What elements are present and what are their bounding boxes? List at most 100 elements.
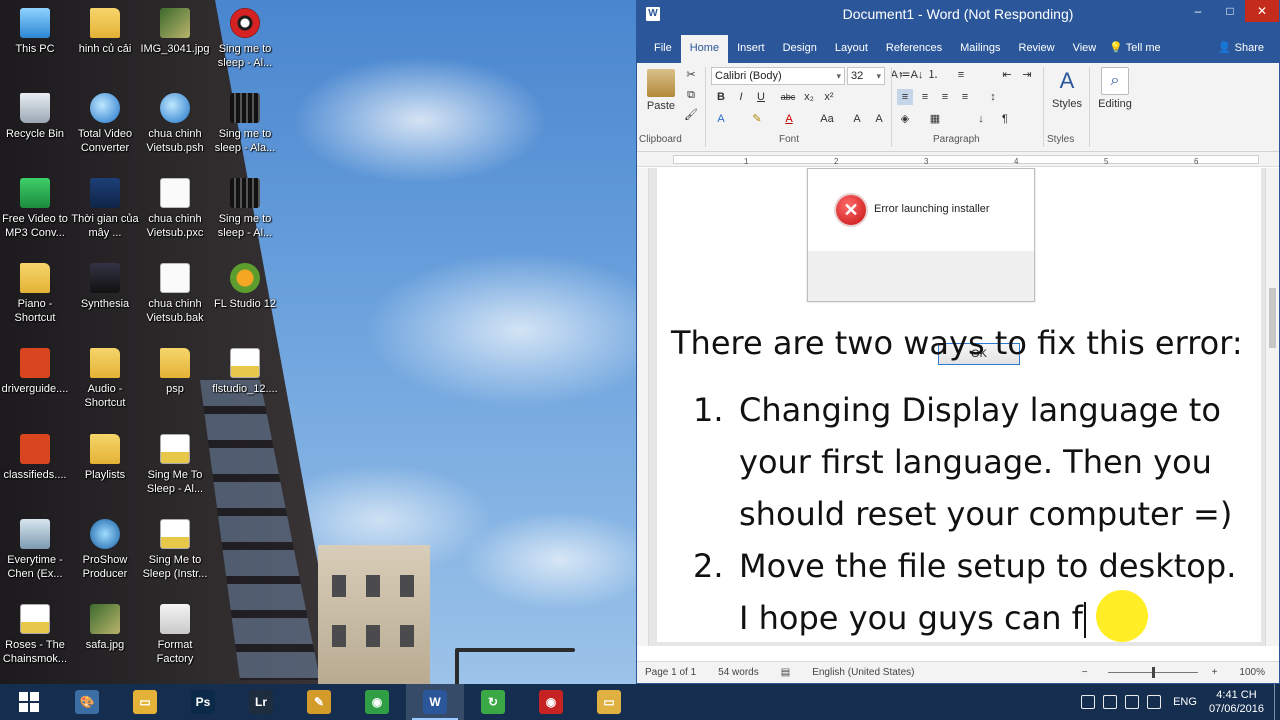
editing-button[interactable]: ⌕ Editing — [1093, 67, 1137, 110]
increase-indent-icon[interactable]: ⇥ — [1019, 67, 1035, 83]
tab-insert[interactable]: Insert — [728, 35, 774, 63]
network-icon[interactable] — [1103, 695, 1118, 709]
document-area[interactable]: ✕ Error launching installer OK There are… — [637, 168, 1279, 646]
page-count[interactable]: Page 1 of 1 — [645, 667, 696, 678]
bold-button[interactable]: B — [713, 89, 729, 105]
desktop-icon[interactable]: psp — [140, 344, 210, 422]
line-spacing-icon[interactable]: ↕ — [985, 89, 1001, 105]
change-case-icon[interactable]: Aa — [815, 111, 839, 127]
tab-layout[interactable]: Layout — [826, 35, 877, 63]
desktop-icon[interactable]: Sing me to sleep - Ala... — [210, 89, 280, 167]
desktop-icon[interactable]: Format Factory — [140, 600, 210, 678]
desktop-icon[interactable]: Sing Me To Sleep - Al... — [140, 430, 210, 508]
bullets-icon[interactable]: ≔ — [897, 67, 913, 83]
taskbar-paint-button[interactable]: 🎨 — [58, 684, 116, 720]
font-color-icon[interactable]: A — [781, 111, 797, 127]
document-page[interactable]: ✕ Error launching installer OK There are… — [657, 168, 1261, 642]
zoom-slider[interactable] — [1107, 667, 1198, 678]
desktop-icon[interactable]: Free Video to MP3 Conv... — [0, 174, 70, 252]
font-grow-shrink-icon[interactable]: A — [849, 111, 865, 127]
numbering-icon[interactable]: ⒈ — [925, 67, 941, 83]
show-marks-icon[interactable]: ¶ — [997, 111, 1013, 127]
taskbar-green-app-button[interactable]: ↻ — [464, 684, 522, 720]
copy-icon[interactable]: ⧉ — [683, 87, 699, 103]
desktop-icon[interactable]: Piano - Shortcut — [0, 259, 70, 337]
subscript-button[interactable]: x₂ — [801, 89, 817, 105]
taskbar-photoshop-button[interactable]: Ps — [174, 684, 232, 720]
desktop-icon[interactable]: Sing me to sleep - Al... — [210, 174, 280, 252]
superscript-button[interactable]: x² — [821, 89, 837, 105]
borders-icon[interactable]: ▦ — [927, 111, 943, 127]
zoom-in-button[interactable]: + — [1212, 667, 1218, 678]
styles-button[interactable]: A Styles — [1047, 67, 1087, 110]
desktop-icon[interactable]: Audio - Shortcut — [70, 344, 140, 422]
desktop-icon[interactable]: Playlists — [70, 430, 140, 508]
desktop-icon[interactable]: Thời gian của mây ... — [70, 174, 140, 252]
desktop-icon[interactable]: classifieds.... — [0, 430, 70, 508]
taskbar-tool-button[interactable]: ✎ — [290, 684, 348, 720]
text-effects-icon[interactable]: A — [713, 111, 729, 127]
justify-icon[interactable]: ≡ — [957, 89, 973, 105]
zoom-level[interactable]: 100% — [1239, 667, 1265, 678]
multilevel-list-icon[interactable]: ≡ — [953, 67, 969, 83]
clock[interactable]: 4:41 CH 07/06/2016 — [1209, 688, 1264, 716]
taskbar-lightroom-button[interactable]: Lr — [232, 684, 290, 720]
align-right-icon[interactable]: ≡ — [937, 89, 953, 105]
tab-home[interactable]: Home — [680, 35, 729, 63]
language-status[interactable]: English (United States) — [812, 667, 914, 678]
word-titlebar[interactable]: W Document1 - Word (Not Responding) – □ … — [637, 0, 1279, 29]
desktop-icon[interactable]: chua chinh Vietsub.bak — [140, 259, 210, 337]
tab-mailings[interactable]: Mailings — [951, 35, 1009, 63]
maximize-button[interactable]: □ — [1215, 0, 1245, 22]
tab-design[interactable]: Design — [774, 35, 826, 63]
decrease-indent-icon[interactable]: ⇤ — [999, 67, 1015, 83]
document-text[interactable]: There are two ways to fix this error: 1.… — [671, 316, 1261, 642]
desktop-icon[interactable]: safa.jpg — [70, 600, 140, 678]
word-window[interactable]: W Document1 - Word (Not Responding) – □ … — [636, 0, 1280, 684]
desktop-icon[interactable]: Roses - The Chainsmok... — [0, 600, 70, 678]
word-count[interactable]: 54 words — [718, 667, 759, 678]
font-name-select[interactable]: Calibri (Body) — [711, 67, 845, 85]
tell-me-box[interactable]: 💡 Tell me — [1105, 35, 1169, 63]
desktop-icon[interactable]: driverguide.... — [0, 344, 70, 422]
taskbar-word-button[interactable]: W — [406, 684, 464, 720]
underline-button[interactable]: U — [753, 89, 769, 105]
highlight-icon[interactable]: ✎ — [749, 111, 765, 127]
tab-review[interactable]: Review — [1010, 35, 1064, 63]
desktop-icon[interactable]: ProShow Producer — [70, 515, 140, 593]
format-painter-icon[interactable]: 🖌 — [683, 107, 699, 123]
show-desktop-button[interactable] — [1274, 684, 1280, 720]
taskbar-explorer-button[interactable]: ▭ — [580, 684, 638, 720]
taskbar-chrome-button[interactable]: ◉ — [348, 684, 406, 720]
minimize-button[interactable]: – — [1183, 0, 1213, 22]
desktop-icon[interactable]: chua chinh Vietsub.pxc — [140, 174, 210, 252]
input-language[interactable]: ENG — [1173, 696, 1197, 708]
start-button[interactable] — [0, 684, 58, 720]
desktop-icon[interactable]: Synthesia — [70, 259, 140, 337]
taskbar-eye-app-button[interactable]: ◉ — [522, 684, 580, 720]
share-button[interactable]: 👤 Share — [1209, 35, 1273, 63]
strikethrough-button[interactable]: abc — [777, 89, 799, 105]
font-size-select[interactable]: 32 — [847, 67, 885, 85]
desktop-icon[interactable]: IMG_3041.jpg — [140, 4, 210, 82]
battery-icon[interactable] — [1147, 695, 1162, 709]
desktop-icon[interactable]: Recycle Bin — [0, 89, 70, 167]
tab-references[interactable]: References — [877, 35, 951, 63]
proofing-icon[interactable]: ▤ — [781, 667, 790, 678]
desktop-icon[interactable]: FL Studio 12 — [210, 259, 280, 337]
cut-icon[interactable]: ✂ — [683, 67, 699, 83]
italic-button[interactable]: I — [733, 89, 749, 105]
horizontal-ruler[interactable]: 1 2 3 4 5 6 — [637, 152, 1279, 167]
show-hidden-icons-icon[interactable] — [1081, 695, 1096, 709]
desktop-icon[interactable]: This PC — [0, 4, 70, 82]
sort-icon[interactable]: ↓ — [973, 111, 989, 127]
desktop-icon[interactable]: Sing Me to Sleep (Instr... — [140, 515, 210, 593]
tab-file[interactable]: File — [645, 35, 681, 63]
zoom-out-button[interactable]: − — [1082, 667, 1088, 678]
desktop-icon[interactable]: chua chinh Vietsub.psh — [140, 89, 210, 167]
clear-format-icon[interactable]: A — [871, 111, 887, 127]
align-left-icon[interactable]: ≡ — [897, 89, 913, 105]
align-center-icon[interactable]: ≡ — [917, 89, 933, 105]
tab-view[interactable]: View — [1064, 35, 1106, 63]
shading-icon[interactable]: ◈ — [897, 111, 913, 127]
